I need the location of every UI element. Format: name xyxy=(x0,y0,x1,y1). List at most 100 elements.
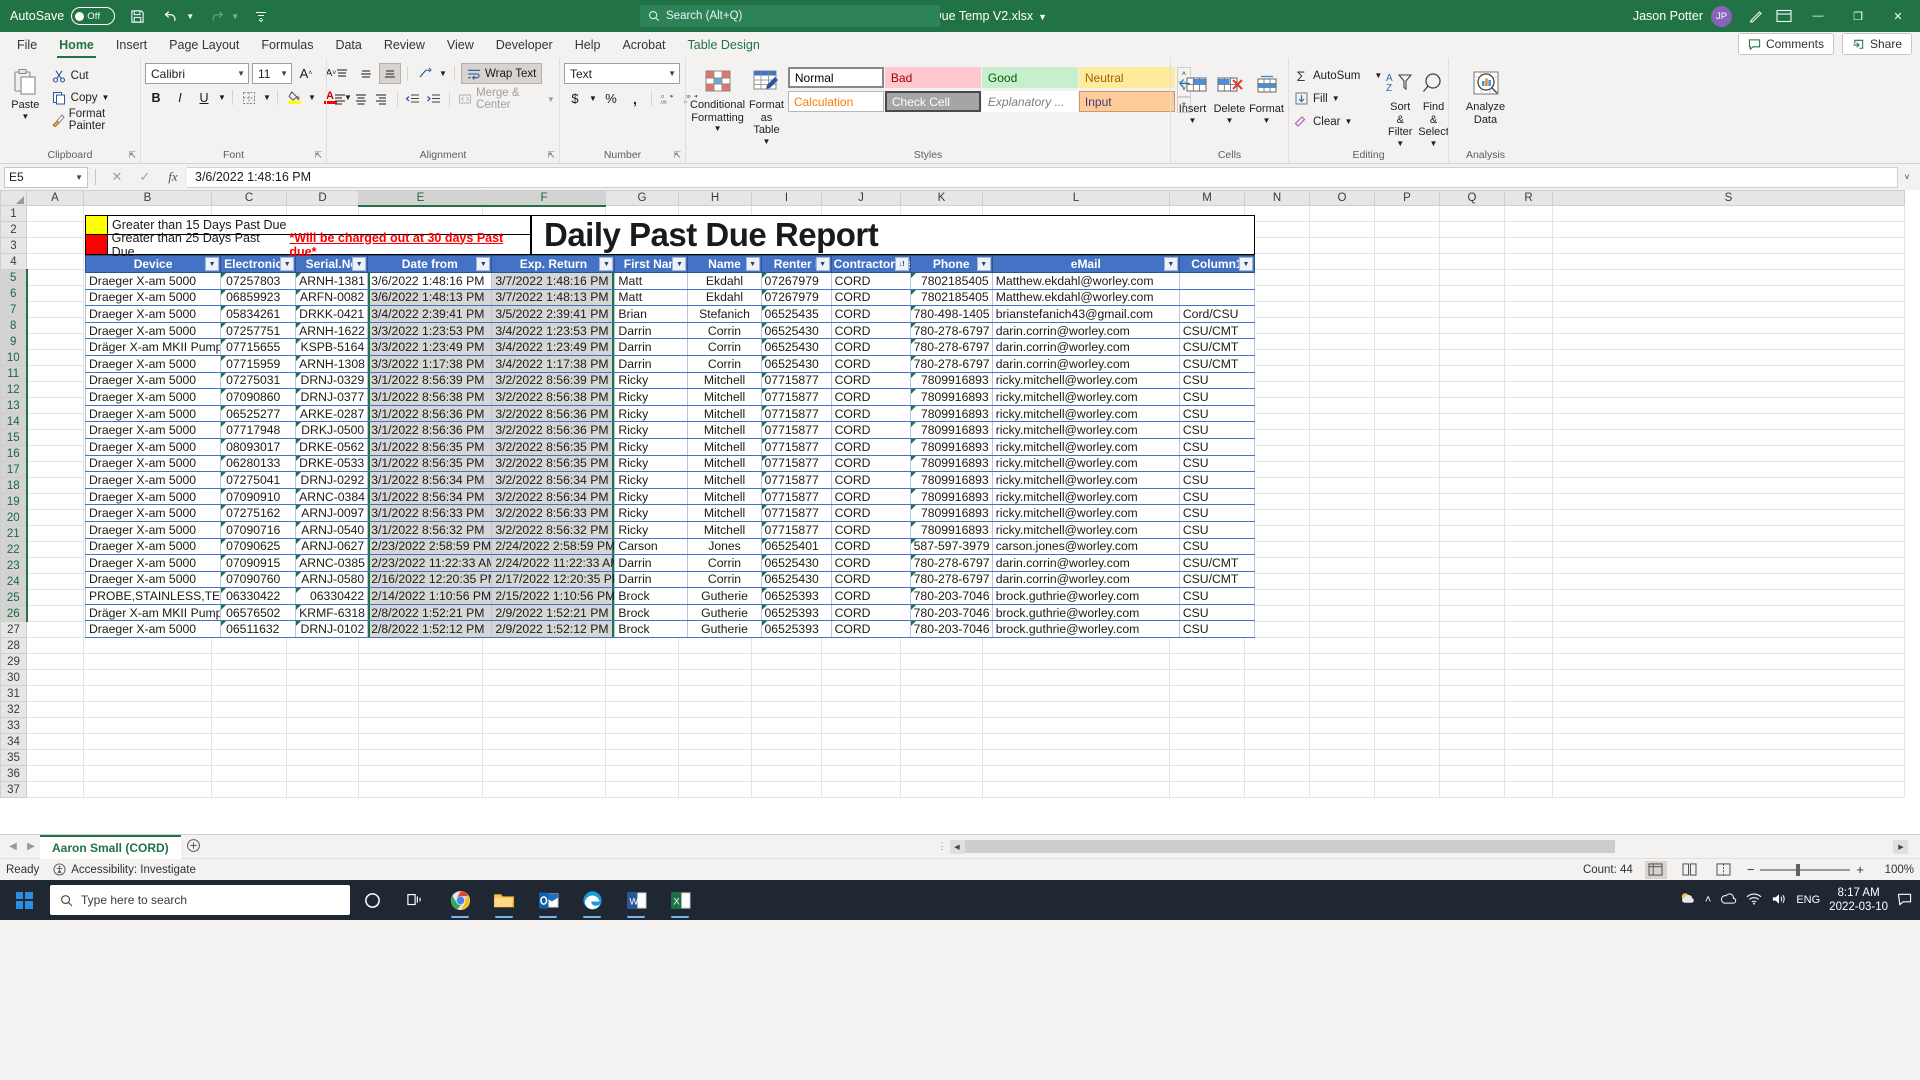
table-cell[interactable]: brock.guthrie@worley.com xyxy=(991,620,1180,639)
grid-cell[interactable] xyxy=(751,653,822,670)
grid-cell[interactable] xyxy=(482,733,606,750)
table-cell[interactable]: 7809916893 xyxy=(909,455,993,473)
grid-cell[interactable] xyxy=(751,701,822,718)
table-cell[interactable]: 06859923 xyxy=(220,289,297,307)
close-button[interactable]: ✕ xyxy=(1880,0,1916,32)
cut-button[interactable]: Cut xyxy=(51,65,136,86)
grid-cell[interactable] xyxy=(1504,637,1553,654)
table-cell[interactable]: 3/1/2022 8:56:39 PM xyxy=(367,372,493,390)
column-header-serial-no[interactable]: Serial.No ▼ xyxy=(295,255,369,273)
column-header-c[interactable]: C xyxy=(211,190,287,206)
grid-cell[interactable] xyxy=(83,765,212,782)
grid-cell[interactable] xyxy=(1309,461,1375,478)
table-cell[interactable]: Mitchell xyxy=(687,438,762,456)
table-cell[interactable]: 587-597-3979 xyxy=(909,538,993,556)
column-header-o[interactable]: O xyxy=(1309,190,1375,206)
grid-cell[interactable] xyxy=(211,669,287,686)
table-cell[interactable]: Ekdahl xyxy=(687,272,762,290)
grid-cell[interactable] xyxy=(211,701,287,718)
grid-cell[interactable] xyxy=(1374,765,1440,782)
table-cell[interactable]: 07090716 xyxy=(220,521,297,539)
table-cell[interactable]: CORD xyxy=(830,587,911,605)
grid-cell[interactable] xyxy=(1309,669,1375,686)
column-header-name[interactable]: Name ▼ xyxy=(687,255,762,273)
grid-cell[interactable] xyxy=(1552,733,1905,750)
grid-cell[interactable] xyxy=(1504,477,1553,494)
grid-cell[interactable] xyxy=(1169,733,1245,750)
table-cell[interactable]: DRKE-0562 xyxy=(295,438,369,456)
row-header-28[interactable]: 28 xyxy=(0,637,27,654)
grid-cell[interactable] xyxy=(1504,685,1553,702)
table-cell[interactable]: 3/1/2022 8:56:36 PM xyxy=(367,405,493,423)
table-cell[interactable]: Darrin xyxy=(614,338,689,356)
grid-cell[interactable] xyxy=(1374,381,1440,398)
grid-cell[interactable] xyxy=(26,317,84,334)
row-header-18[interactable]: 18 xyxy=(0,477,28,494)
table-cell[interactable]: CORD xyxy=(830,372,911,390)
grid-cell[interactable] xyxy=(1309,653,1375,670)
table-row[interactable]: Draeger X-am 5000 05834261 DRKK-0421 3/4/20… xyxy=(84,305,1256,323)
table-cell[interactable]: 7809916893 xyxy=(909,438,993,456)
fill-button[interactable]: Fill ▼ xyxy=(1293,88,1382,109)
grid-cell[interactable] xyxy=(982,717,1170,734)
grid-cell[interactable] xyxy=(26,477,84,494)
grid-cell[interactable] xyxy=(26,781,84,798)
grid-cell[interactable] xyxy=(482,717,606,734)
grid-cell[interactable] xyxy=(1439,557,1505,574)
table-cell[interactable]: 3/7/2022 1:48:13 PM xyxy=(491,289,616,307)
table-cell[interactable]: 2/14/2022 1:10:56 PM xyxy=(367,587,493,605)
add-sheet-button[interactable] xyxy=(181,838,207,856)
table-cell[interactable]: 3/1/2022 8:56:34 PM xyxy=(367,471,493,489)
page-layout-view-button[interactable] xyxy=(1679,861,1701,879)
table-cell[interactable]: brock.guthrie@worley.com xyxy=(991,604,1180,622)
table-cell[interactable]: Ricky xyxy=(614,421,689,439)
grid-cell[interactable] xyxy=(751,765,822,782)
find-select-button[interactable]: Find & Select ▼ xyxy=(1418,65,1449,148)
table-cell[interactable]: 2/16/2022 12:20:35 PM xyxy=(367,571,493,589)
table-cell[interactable]: DRKJ-0500 xyxy=(295,421,369,439)
table-cell[interactable]: CORD xyxy=(830,305,911,323)
table-cell[interactable]: Gutherie xyxy=(687,587,762,605)
column-header-date-from[interactable]: Date from ▼ xyxy=(367,255,493,273)
cell-style-explanatory[interactable]: Explanatory ... xyxy=(981,91,1078,112)
table-cell[interactable]: 06525430 xyxy=(760,322,832,340)
row-header-17[interactable]: 17 xyxy=(0,461,28,478)
taskbar-search-input[interactable]: Type here to search xyxy=(50,885,350,915)
grid-cell[interactable] xyxy=(1504,253,1553,270)
currency-button[interactable]: $ xyxy=(564,88,586,109)
table-cell[interactable]: Darrin xyxy=(614,322,689,340)
row-header-1[interactable]: 1 xyxy=(0,205,27,222)
grid-cell[interactable] xyxy=(1374,701,1440,718)
sort-filter-button[interactable]: AZ Sort & Filter ▼ xyxy=(1386,65,1414,148)
grid-cell[interactable] xyxy=(1552,749,1905,766)
grid-cell[interactable] xyxy=(1439,365,1505,382)
table-cell[interactable]: Draeger X-am 5000 xyxy=(84,571,222,589)
grid-cell[interactable] xyxy=(1374,605,1440,622)
grid-cell[interactable] xyxy=(1552,333,1905,350)
grid-cell[interactable] xyxy=(1439,541,1505,558)
table-cell[interactable]: KSPB-5164 xyxy=(295,338,369,356)
table-cell[interactable]: Brian xyxy=(614,305,689,323)
underline-dropdown-icon[interactable]: ▼ xyxy=(217,87,227,108)
table-cell[interactable]: Mitchell xyxy=(687,388,762,406)
table-cell[interactable]: Mitchell xyxy=(687,455,762,473)
grid-cell[interactable] xyxy=(1309,525,1375,542)
table-cell[interactable]: darin.corrin@worley.com xyxy=(991,554,1180,572)
grid-cell[interactable] xyxy=(1309,765,1375,782)
grid-cell[interactable] xyxy=(1552,301,1905,318)
grid-cell[interactable] xyxy=(678,637,752,654)
column-header-d[interactable]: D xyxy=(286,190,359,206)
column-header-k[interactable]: K xyxy=(900,190,983,206)
title-dropdown-icon[interactable]: ▼ xyxy=(1038,12,1047,22)
grid-cell[interactable] xyxy=(1504,669,1553,686)
grid-cell[interactable] xyxy=(358,685,483,702)
table-cell[interactable]: CSU xyxy=(1178,455,1256,473)
align-bottom-button[interactable] xyxy=(379,63,401,84)
table-cell[interactable]: 05834261 xyxy=(220,305,297,323)
table-cell[interactable]: 2/24/2022 11:22:33 AM xyxy=(491,554,616,572)
grid-cell[interactable] xyxy=(1439,621,1505,638)
column-header-i[interactable]: I xyxy=(751,190,822,206)
bold-button[interactable]: B xyxy=(145,87,167,108)
table-cell[interactable]: 07715877 xyxy=(760,405,832,423)
font-name-input[interactable]: Calibri ▼ xyxy=(145,63,249,84)
